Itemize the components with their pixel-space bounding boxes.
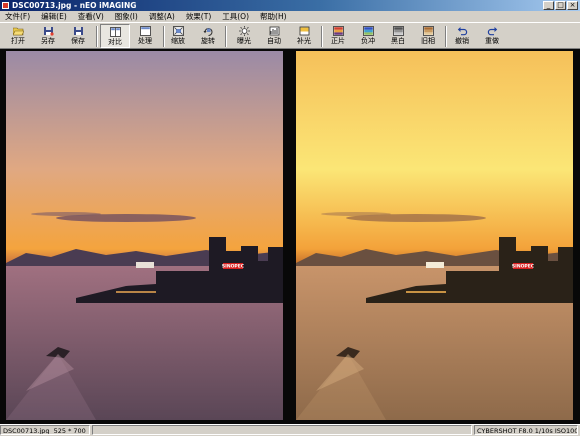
process-label: 处理 bbox=[138, 37, 152, 45]
status-filename: DSC00713.jpg bbox=[3, 427, 50, 435]
status-message bbox=[92, 425, 472, 435]
fill-light-icon bbox=[299, 26, 309, 36]
menu-tools[interactable]: 工具(O) bbox=[217, 11, 255, 22]
positive-film-button[interactable]: 正片 bbox=[323, 24, 353, 48]
menu-bar: 文件(F) 编辑(E) 查看(V) 图象(I) 调整(A) 效果(T) 工具(O… bbox=[0, 11, 580, 22]
minimize-button[interactable]: _ bbox=[543, 1, 554, 10]
auto-adjust-button[interactable]: 自动 bbox=[259, 24, 289, 48]
positive-film-icon bbox=[332, 26, 344, 36]
original-photo: SINOPEC bbox=[6, 51, 283, 420]
undo-button[interactable]: 撤销 bbox=[447, 24, 477, 48]
menu-help[interactable]: 帮助(H) bbox=[255, 11, 293, 22]
redo-button[interactable]: 重做 bbox=[477, 24, 507, 48]
old-photo-label: 旧相 bbox=[421, 37, 435, 45]
cross-process-label: 负冲 bbox=[361, 37, 375, 45]
toolbar: 打开 另存 保存 对比 处理 缩放 旋转 曝光 自动 补光 正片 负冲 黑白 旧… bbox=[0, 22, 580, 49]
menu-edit[interactable]: 编辑(E) bbox=[36, 11, 73, 22]
status-file: DSC00713.jpg 525 * 700 bbox=[0, 425, 90, 435]
app-icon bbox=[2, 2, 9, 9]
exposure-icon bbox=[238, 26, 250, 36]
old-photo-button[interactable]: 旧相 bbox=[413, 24, 443, 48]
toolbar-separator bbox=[96, 26, 98, 47]
open-folder-icon bbox=[12, 27, 24, 36]
black-white-button[interactable]: 黑白 bbox=[383, 24, 413, 48]
window-controls: _ □ × bbox=[543, 1, 578, 10]
black-white-label: 黑白 bbox=[391, 37, 405, 45]
redo-icon bbox=[487, 27, 497, 36]
redo-label: 重做 bbox=[485, 37, 499, 45]
title-bar: DSC00713.jpg - nEO iMAGING _ □ × bbox=[0, 0, 580, 11]
status-exif: CYBERSHOT F8.0 1/10s ISO100 bbox=[474, 425, 578, 435]
old-photo-icon bbox=[422, 26, 434, 36]
black-white-icon bbox=[392, 26, 404, 36]
open-label: 打开 bbox=[11, 37, 25, 45]
undo-icon bbox=[457, 27, 467, 36]
rotate-icon bbox=[203, 28, 212, 36]
save-icon bbox=[73, 27, 83, 35]
save-as-icon bbox=[43, 27, 54, 36]
compare-icon bbox=[109, 27, 121, 37]
original-image-panel: SINOPEC bbox=[6, 51, 283, 420]
save-as-label: 另存 bbox=[41, 37, 55, 45]
compare-button[interactable]: 对比 bbox=[100, 24, 130, 48]
fill-light-button[interactable]: 补光 bbox=[289, 24, 319, 48]
maximize-button[interactable]: □ bbox=[555, 1, 566, 10]
open-button[interactable]: 打开 bbox=[3, 24, 33, 48]
auto-adjust-label: 自动 bbox=[267, 37, 281, 45]
toolbar-separator bbox=[225, 26, 227, 47]
positive-film-label: 正片 bbox=[331, 37, 345, 45]
compare-label: 对比 bbox=[108, 38, 122, 46]
menu-effects[interactable]: 效果(T) bbox=[181, 11, 217, 22]
close-button[interactable]: × bbox=[567, 1, 578, 10]
resize-icon bbox=[172, 26, 184, 36]
status-dimensions: 525 * 700 bbox=[53, 427, 86, 435]
auto-adjust-icon bbox=[269, 26, 279, 36]
save-as-button[interactable]: 另存 bbox=[33, 24, 63, 48]
svg-text:SINOPEC: SINOPEC bbox=[512, 264, 535, 270]
process-button[interactable]: 处理 bbox=[130, 24, 160, 48]
processed-photo: SINOPEC bbox=[296, 51, 573, 420]
rotate-label: 旋转 bbox=[201, 37, 215, 45]
status-bar: DSC00713.jpg 525 * 700 CYBERSHOT F8.0 1/… bbox=[0, 424, 580, 436]
processed-image-panel: SINOPEC bbox=[296, 51, 573, 420]
menu-file[interactable]: 文件(F) bbox=[0, 11, 36, 22]
process-icon bbox=[139, 26, 151, 36]
svg-text:SINOPEC: SINOPEC bbox=[222, 264, 245, 270]
undo-label: 撤销 bbox=[455, 37, 469, 45]
menu-image[interactable]: 图象(I) bbox=[110, 11, 144, 22]
cross-process-button[interactable]: 负冲 bbox=[353, 24, 383, 48]
save-button[interactable]: 保存 bbox=[63, 24, 93, 48]
resize-button[interactable]: 缩放 bbox=[163, 24, 193, 48]
cross-process-icon bbox=[362, 26, 374, 36]
resize-label: 缩放 bbox=[171, 37, 185, 45]
fill-light-label: 补光 bbox=[297, 37, 311, 45]
exposure-label: 曝光 bbox=[237, 37, 251, 45]
window-title: DSC00713.jpg - nEO iMAGING bbox=[12, 1, 137, 10]
menu-view[interactable]: 查看(V) bbox=[73, 11, 110, 22]
exposure-button[interactable]: 曝光 bbox=[229, 24, 259, 48]
menu-adjust[interactable]: 调整(A) bbox=[144, 11, 181, 22]
rotate-button[interactable]: 旋转 bbox=[193, 24, 223, 48]
save-label: 保存 bbox=[71, 37, 85, 45]
